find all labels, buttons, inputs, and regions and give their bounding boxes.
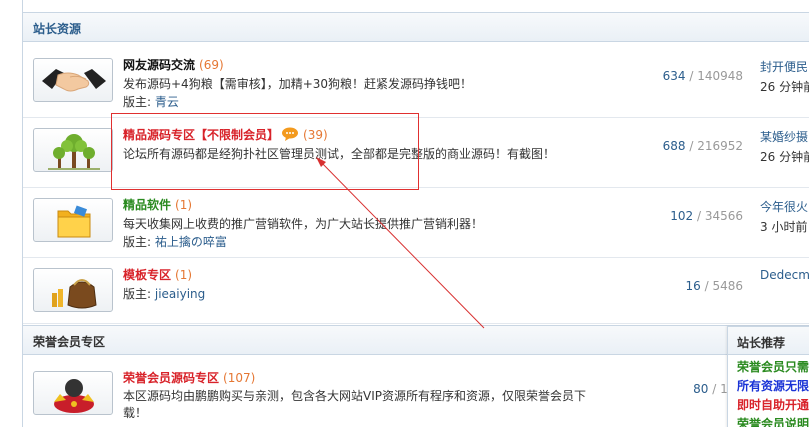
last-post-time: 26 分钟前 bbox=[760, 150, 809, 164]
recommend-item[interactable]: 即时自助开通 bbox=[728, 396, 809, 415]
topic-count: 688 bbox=[662, 139, 686, 153]
topic-count: 634 bbox=[662, 69, 686, 83]
post-count: 5486 bbox=[712, 279, 743, 293]
forum-moderator: 版主: 祐上擒の啐富 bbox=[123, 233, 227, 250]
forum-moderator: 版主: 青云 bbox=[123, 93, 179, 110]
moderator-link[interactable]: 青云 bbox=[155, 95, 179, 109]
forum-title-line: 精品软件 (1) bbox=[123, 196, 192, 213]
last-post: 封开便民 26 分钟前 bbox=[760, 58, 809, 95]
forum-today-count: (69) bbox=[199, 58, 224, 72]
last-post: 某婚纱摄 26 分钟前 bbox=[760, 128, 809, 165]
forum-title-line: 模板专区 (1) bbox=[123, 266, 192, 283]
topic-count: 102 bbox=[670, 209, 694, 223]
category-title[interactable]: 荣誉会员专区 bbox=[33, 333, 105, 350]
forum-stats: 102 / 34566 bbox=[670, 209, 743, 223]
moderator-label: 版主: bbox=[123, 95, 155, 109]
post-count: 140948 bbox=[697, 69, 743, 83]
category-header-honor-members[interactable]: 荣誉会员专区 bbox=[23, 325, 809, 355]
forum-description: 发布源码+4狗粮【需审核】，加精+30狗粮！赶紧发源码挣钱吧！ bbox=[123, 77, 473, 91]
forum-stats: 634 / 140948 bbox=[663, 69, 743, 83]
moderator-label: 版主: bbox=[123, 287, 155, 301]
forum-today-count: (1) bbox=[175, 268, 193, 282]
last-post-link[interactable]: Dedecms bbox=[760, 268, 809, 282]
last-post-link[interactable]: 某婚纱摄 bbox=[760, 128, 809, 145]
forum-description: 本区源码均由鹏鹏购买与亲测，包含各大网站VIP资源所有程序和资源，仅限荣誉会员下… bbox=[123, 389, 586, 420]
forum-name-link[interactable]: 模板专区 bbox=[123, 268, 171, 282]
forum-page: 站长资源 网友源码交流 (69) 发布源码+4狗粮【需审核】，加精+30狗粮！赶紧… bbox=[0, 0, 809, 427]
last-post: 今年很火 3 小时前 bbox=[760, 198, 808, 235]
stats-separator: / bbox=[700, 279, 713, 293]
webmaster-recommend-panel: 站长推荐 荣誉会员只需 所有资源无限 即时自助开通 荣誉会员说明 bbox=[727, 326, 809, 427]
handshake-icon[interactable] bbox=[33, 58, 113, 102]
recommend-title: 站长推荐 bbox=[728, 327, 809, 355]
forum-name-link[interactable]: 精品软件 bbox=[123, 198, 171, 212]
forum-title-line: 荣誉会员源码专区 (107) bbox=[123, 369, 255, 386]
recommend-item[interactable]: 所有资源无限 bbox=[728, 377, 809, 396]
folder-icon[interactable] bbox=[33, 198, 113, 242]
last-post-link[interactable]: 今年很火 bbox=[760, 198, 808, 215]
forum-today-count: (1) bbox=[175, 198, 193, 212]
stats-separator: / bbox=[685, 139, 698, 153]
annotation-highlight-box bbox=[111, 113, 419, 190]
forum-name-link[interactable]: 荣誉会员源码专区 bbox=[123, 371, 219, 385]
topic-count: 80 bbox=[693, 382, 709, 396]
forum-stats: 688 / 216952 bbox=[663, 139, 743, 153]
forum-row: 精品软件 (1) 每天收集网上收费的推广营销软件，为广大站长提供推广营销利器！ 版… bbox=[23, 188, 809, 258]
forum-title-line: 网友源码交流 (69) bbox=[123, 56, 224, 73]
post-count: 34566 bbox=[704, 209, 743, 223]
moderator-link[interactable]: 祐上擒の啐富 bbox=[155, 235, 227, 249]
moderator-link[interactable]: jieaiying bbox=[155, 287, 205, 301]
tree-icon[interactable] bbox=[33, 128, 113, 172]
post-count: 216952 bbox=[697, 139, 743, 153]
stats-separator: / bbox=[685, 69, 698, 83]
forum-row: 荣誉会员源码专区 (107) 本区源码均由鹏鹏购买与亲测，包含各大网站VIP资源所… bbox=[23, 361, 809, 427]
moderator-label: 版主: bbox=[123, 235, 155, 249]
stats-separator: / bbox=[708, 382, 721, 396]
stats-separator: / bbox=[693, 209, 705, 223]
last-post: Dedecms bbox=[760, 268, 809, 282]
last-post-time: 26 分钟前 bbox=[760, 80, 809, 94]
last-post-link[interactable]: 封开便民 bbox=[760, 58, 809, 75]
crown-avatar-icon[interactable] bbox=[33, 371, 113, 415]
category-header-webmaster[interactable]: 站长资源 bbox=[23, 12, 809, 42]
recommend-item[interactable]: 荣誉会员说明 bbox=[728, 415, 809, 427]
forum-description: 每天收集网上收费的推广营销软件，为广大站长提供推广营销利器！ bbox=[123, 217, 484, 231]
forum-moderator: 版主: jieaiying bbox=[123, 285, 205, 302]
topic-count: 16 bbox=[685, 279, 701, 293]
forum-name-link[interactable]: 网友源码交流 bbox=[123, 58, 195, 72]
last-post-time: 3 小时前 bbox=[760, 220, 808, 234]
forum-today-count: (107) bbox=[223, 371, 256, 385]
forum-row: 模板专区 (1) 版主: jieaiying 16 / 5486 Dedecms bbox=[23, 258, 809, 324]
forum-row: 网友源码交流 (69) 发布源码+4狗粮【需审核】，加精+30狗粮！赶紧发源码挣钱… bbox=[23, 48, 809, 118]
recommend-item[interactable]: 荣誉会员只需 bbox=[728, 358, 809, 377]
purse-icon[interactable] bbox=[33, 268, 113, 312]
forum-stats: 16 / 5486 bbox=[686, 279, 744, 293]
category-title[interactable]: 站长资源 bbox=[33, 20, 81, 37]
